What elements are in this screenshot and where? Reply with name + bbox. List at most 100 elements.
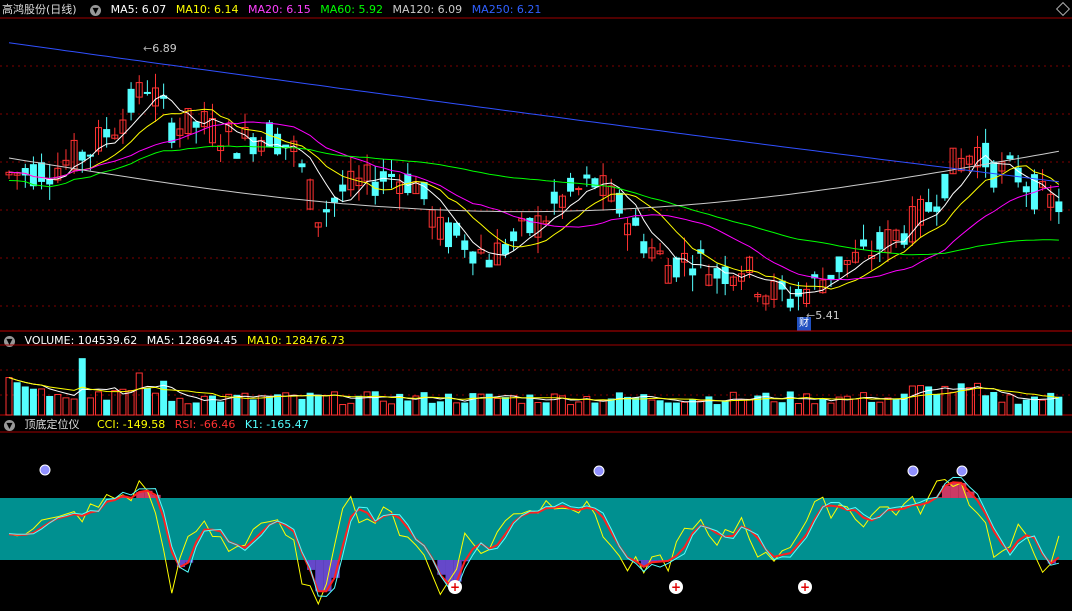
candle-body: [925, 202, 933, 212]
candle-body: [550, 191, 558, 204]
candle-body: [501, 244, 509, 255]
volume-bar: [265, 396, 273, 416]
candle-body: [444, 222, 452, 248]
volume-bar: [453, 402, 461, 416]
candle-body: [379, 171, 387, 182]
volume-bar: [851, 398, 859, 416]
volume-bar: [892, 398, 900, 416]
volume-bar: [493, 397, 501, 416]
volume-bar: [900, 393, 908, 416]
volume-bar: [1014, 403, 1022, 416]
candle-body: [827, 274, 835, 281]
volume-bar: [298, 398, 306, 416]
volume-bar: [62, 397, 70, 416]
volume-bar: [778, 402, 786, 416]
volume-bar: [794, 403, 802, 416]
volume-bar: [249, 399, 257, 416]
candle-body: [331, 197, 339, 203]
volume-bar: [982, 395, 990, 416]
volume-bar: [38, 388, 46, 416]
top-signal-cup-icon: [39, 464, 51, 476]
volume-bar: [811, 403, 819, 416]
candle-body: [453, 222, 461, 236]
candle-body: [672, 257, 680, 278]
volume-bar: [168, 400, 176, 416]
top-signal-cup-icon: [907, 465, 919, 477]
volume-bar: [127, 390, 135, 416]
bottom-signal-plus-glyph: +: [800, 580, 810, 594]
ma250-line: [8, 42, 1059, 183]
volume-bar: [721, 401, 729, 416]
volume-bar: [917, 385, 925, 416]
candle-body: [168, 122, 176, 143]
volume-bar: [1006, 394, 1014, 416]
candle-body: [469, 251, 477, 264]
volume-bar: [184, 403, 192, 416]
volume-bar: [347, 402, 355, 416]
top-signal-cup-icon: [593, 465, 605, 477]
volume-bar: [388, 403, 396, 416]
top-signal-cup-icon: [956, 465, 968, 477]
volume-bar: [941, 385, 949, 416]
volume-bar: [713, 404, 721, 416]
volume-bar: [615, 392, 623, 416]
volume-bar: [575, 401, 583, 416]
volume-bar: [70, 398, 78, 416]
candle-body: [575, 188, 583, 191]
volume-bar: [518, 402, 526, 416]
candle-body: [1014, 167, 1022, 183]
ma20-line: [8, 121, 1059, 281]
volume-bar: [827, 402, 835, 416]
volume-bar: [534, 402, 542, 416]
volume-bar: [428, 402, 436, 416]
candle-body: [127, 88, 135, 113]
volume-bar: [233, 394, 241, 416]
volume-bar: [314, 394, 322, 416]
volume-bar: [13, 382, 21, 416]
candle-body: [615, 192, 623, 214]
candle-body: [640, 241, 648, 254]
volume-bar: [933, 394, 941, 416]
volume-bar: [461, 402, 469, 416]
candle-body: [1055, 201, 1063, 213]
volume-bar: [436, 401, 444, 416]
volume-bar: [965, 387, 973, 416]
candle-body: [835, 256, 843, 273]
candle-body: [510, 231, 518, 242]
volume-bar: [746, 398, 754, 416]
volume-bar: [729, 391, 737, 416]
candle-body: [38, 162, 46, 182]
volume-bar: [624, 396, 632, 416]
volume-bar: [217, 401, 225, 416]
volume-bar: [672, 402, 680, 416]
volume-bar: [770, 401, 778, 416]
volume-bar: [111, 390, 119, 416]
volume-bar: [103, 399, 111, 416]
volume-bar: [998, 401, 1006, 416]
candle-body: [689, 268, 697, 276]
volume-bar: [884, 397, 892, 416]
volume-bar: [29, 388, 37, 416]
candle-body: [461, 240, 469, 250]
chart-canvas[interactable]: + + +: [0, 0, 1072, 611]
candle-body: [485, 259, 493, 268]
volume-bar: [208, 395, 216, 416]
ma120-line: [8, 150, 1059, 213]
volume-bar: [322, 394, 330, 416]
volume-bar: [680, 401, 688, 416]
volume-bar: [1055, 396, 1063, 416]
volume-bar: [664, 402, 672, 416]
bottom-signal-plus-glyph: +: [671, 580, 681, 594]
volume-bar: [501, 397, 509, 416]
candle-body: [1006, 155, 1014, 160]
volume-bar: [1022, 399, 1030, 416]
volume-bar: [176, 397, 184, 416]
volume-bar: [143, 387, 151, 416]
volume-bar: [1039, 399, 1047, 416]
volume-bar: [192, 402, 200, 416]
volume-bar: [510, 395, 518, 416]
volume-bar: [908, 385, 916, 416]
volume-bar: [404, 400, 412, 416]
volume-bar: [54, 393, 62, 416]
candle-body: [78, 151, 86, 161]
